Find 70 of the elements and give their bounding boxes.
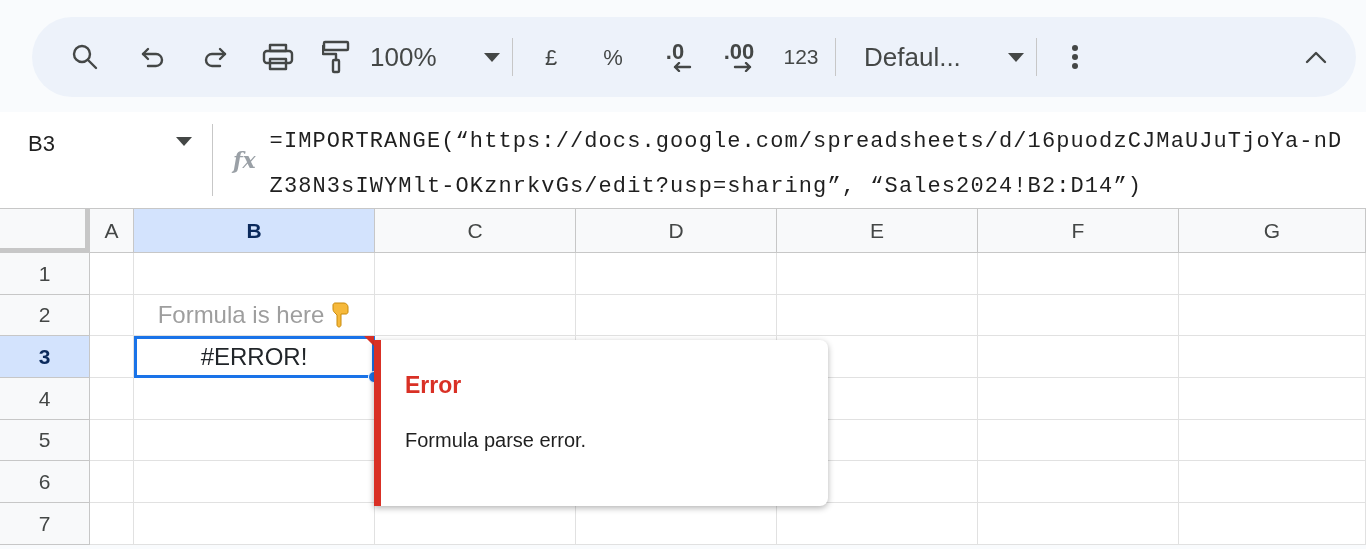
printer-icon [262, 43, 294, 71]
column-header[interactable]: E [777, 209, 978, 253]
table-cell[interactable] [1179, 253, 1366, 295]
column-header[interactable]: C [375, 209, 576, 253]
table-cell[interactable] [375, 294, 576, 337]
undo-icon [140, 45, 166, 69]
percent-button[interactable]: % [593, 33, 633, 81]
table-cell[interactable] [978, 503, 1179, 545]
table-cell[interactable] [90, 336, 134, 379]
table-cell[interactable] [978, 294, 1179, 337]
table-cell[interactable] [134, 253, 375, 295]
search-icon [71, 43, 99, 71]
column-header[interactable]: G [1179, 209, 1366, 253]
function-label: fx [230, 146, 257, 175]
font-dropdown[interactable]: Defaul... [864, 33, 1024, 81]
table-cell[interactable] [90, 253, 134, 295]
decrease-decimal-button[interactable]: .0 [653, 33, 697, 81]
more-icon [1071, 44, 1079, 70]
row-header[interactable]: 4 [0, 378, 90, 420]
table-cell[interactable] [1179, 378, 1366, 420]
error-title: Error [405, 371, 463, 400]
table-cell[interactable] [777, 294, 978, 337]
table-cell[interactable] [90, 461, 134, 504]
column-header[interactable]: F [978, 209, 1179, 253]
formula-input[interactable]: =IMPORTRANGE(“https://docs.google.com/spreadsheets/d/16puodzCJMaUJuTjoYa-nDZ38N3sIWYMlt-OKznrkvGs/edit?usp=sharing”, “Sales2024!B2:D14”) [269, 112, 1352, 208]
column-header[interactable]: D [576, 209, 777, 253]
right-arrow-icon [733, 61, 753, 72]
table-cell[interactable]: #ERROR! [134, 336, 375, 379]
table-cell[interactable] [134, 503, 375, 545]
row-header[interactable]: 2 [0, 294, 90, 337]
caret-icon [484, 52, 500, 62]
select-all-corner[interactable] [0, 209, 90, 253]
row-header[interactable]: 7 [0, 503, 90, 545]
table-cell[interactable] [90, 419, 134, 462]
hand-pointing-down-icon [332, 302, 351, 329]
table-cell[interactable] [978, 253, 1179, 295]
table-cell[interactable] [978, 336, 1179, 379]
caret-icon [1008, 52, 1024, 62]
row-header[interactable]: 6 [0, 461, 90, 504]
column-header[interactable]: B [134, 209, 375, 253]
table-cell[interactable] [90, 503, 134, 545]
table-cell[interactable] [1179, 503, 1366, 545]
paint-roller-icon [322, 40, 350, 74]
row-header[interactable]: 5 [0, 419, 90, 462]
caret-icon [176, 137, 192, 146]
increase-decimal-button[interactable]: .00 [717, 33, 761, 81]
error-message: Formula parse error. [405, 427, 588, 453]
number-format-button[interactable]: 123 [779, 33, 823, 81]
table-cell[interactable] [978, 419, 1179, 462]
table-cell[interactable] [1179, 336, 1366, 379]
row-header[interactable]: 1 [0, 253, 90, 295]
name-box[interactable]: B3 [0, 112, 212, 208]
table-cell[interactable] [1179, 419, 1366, 462]
table-cell[interactable] [576, 253, 777, 295]
table-cell[interactable] [1179, 294, 1366, 337]
table-cell[interactable] [777, 253, 978, 295]
redo-icon [202, 45, 228, 69]
table-cell[interactable] [978, 378, 1179, 420]
table-cell[interactable] [1179, 461, 1366, 504]
row-header[interactable]: 3 [0, 336, 90, 379]
table-cell[interactable] [375, 253, 576, 295]
table-cell[interactable] [90, 378, 134, 420]
table-cell[interactable] [576, 294, 777, 337]
column-header[interactable]: A [90, 209, 134, 253]
left-arrow-icon [672, 61, 692, 72]
table-cell[interactable] [90, 294, 134, 337]
currency-button[interactable]: £ [531, 33, 571, 81]
zoom-dropdown[interactable]: 100% [370, 33, 500, 81]
chevron-up-icon [1305, 50, 1327, 64]
table-cell[interactable] [978, 461, 1179, 504]
